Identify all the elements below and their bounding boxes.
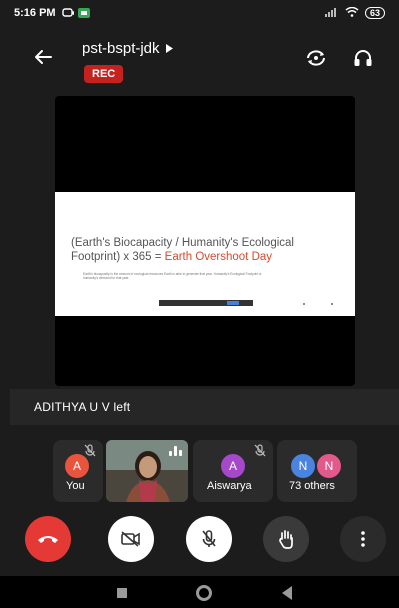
notification-text: ADITHYA U V left	[34, 400, 131, 414]
slide-body-text: Earth's biocapacity is the amount of eco…	[83, 272, 262, 281]
cast-status-icon	[61, 8, 74, 18]
status-bar: 5:16 PM 63	[0, 0, 399, 26]
status-time: 5:16 PM	[14, 7, 56, 19]
participant-tile-others[interactable]: N N 73 others	[277, 440, 357, 502]
system-back-button[interactable]	[282, 586, 292, 600]
mic-muted-icon	[253, 444, 267, 458]
switch-camera-icon	[307, 50, 325, 66]
meeting-code: pst-bspt-jdk	[82, 40, 160, 57]
slide-title: (Earth's Biocapacity / Humanity's Ecolog…	[71, 236, 341, 264]
participant-video-tile[interactable]	[106, 440, 188, 502]
raise-hand-button[interactable]	[263, 516, 309, 562]
speaking-indicator-icon	[169, 446, 182, 456]
headphones-icon	[354, 50, 372, 66]
avatar: A	[221, 454, 245, 478]
wifi-icon	[345, 6, 359, 20]
more-options-icon	[361, 531, 365, 547]
slide-title-accent: Earth Overshoot Day	[164, 251, 273, 263]
back-arrow-icon	[35, 50, 52, 64]
participant-tile-aiswarya[interactable]: A Aiswarya	[193, 440, 273, 502]
recording-badge: REC	[84, 65, 124, 83]
more-options-button[interactable]	[340, 516, 386, 562]
meeting-title[interactable]: pst-bspt-jdk	[82, 40, 173, 57]
presentation-slide: (Earth's Biocapacity / Humanity's Ecolog…	[55, 192, 355, 316]
participant-name: Aiswarya	[207, 480, 252, 492]
mic-muted-icon	[83, 444, 97, 458]
recents-button[interactable]	[117, 588, 127, 598]
signal-icon	[324, 7, 339, 20]
battery-icon: 63	[364, 7, 385, 19]
end-call-icon	[38, 536, 58, 543]
raise-hand-icon	[279, 530, 293, 549]
slide-toolbar	[159, 300, 253, 306]
presentation-view[interactable]: (Earth's Biocapacity / Humanity's Ecolog…	[55, 96, 355, 386]
call-header: pst-bspt-jdk REC	[0, 28, 399, 90]
switch-camera-button[interactable]	[302, 44, 330, 72]
camera-off-icon	[121, 531, 140, 547]
avatar: N	[317, 454, 341, 478]
back-button[interactable]	[30, 44, 56, 70]
avatar: A	[65, 454, 89, 478]
participant-name: 73 others	[289, 480, 335, 492]
call-controls	[0, 512, 399, 562]
meet-notification-icon	[77, 8, 90, 18]
slide-dot	[331, 303, 333, 305]
end-call-button[interactable]	[25, 516, 71, 562]
home-button[interactable]	[196, 585, 212, 601]
slide-dot	[303, 303, 305, 305]
mic-off-icon	[202, 530, 216, 547]
avatar: N	[291, 454, 315, 478]
audio-output-button[interactable]	[349, 44, 377, 72]
toggle-mic-button[interactable]	[186, 516, 232, 562]
system-navigation-bar	[0, 576, 399, 608]
participant-name: You	[66, 480, 85, 492]
slide-toolbar-highlight	[227, 301, 239, 305]
participant-tile-you[interactable]: A You	[53, 440, 103, 502]
participant-left-notification: ADITHYA U V left	[10, 389, 399, 425]
toggle-camera-button[interactable]	[108, 516, 154, 562]
chevron-right-icon	[165, 44, 173, 53]
